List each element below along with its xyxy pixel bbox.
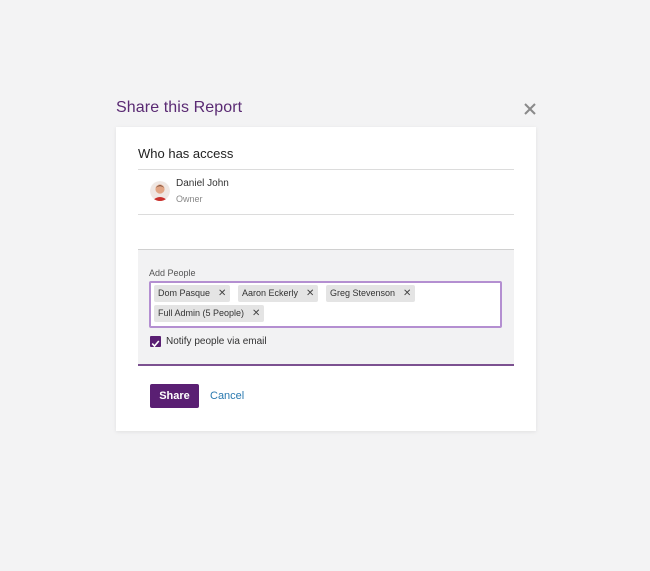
add-people-label: Add People — [149, 268, 196, 278]
close-icon[interactable]: ✕ — [403, 285, 411, 302]
notify-checkbox[interactable] — [150, 336, 161, 348]
close-icon[interactable]: ✕ — [306, 285, 314, 302]
close-icon[interactable]: ✕ — [252, 305, 260, 322]
divider — [138, 169, 514, 170]
tag-label: Dom Pasque — [158, 288, 211, 298]
avatar — [150, 181, 170, 201]
dialog-title: Share this Report — [116, 99, 243, 116]
avatar-image — [150, 181, 170, 201]
access-heading: Who has access — [138, 146, 234, 161]
group-tag: Full Admin (5 People) ✕ — [154, 305, 265, 322]
owner-name: Daniel John — [176, 178, 229, 189]
owner-role: Owner — [176, 194, 203, 204]
share-button[interactable]: Share — [150, 384, 199, 408]
cancel-link[interactable]: Cancel — [210, 390, 244, 402]
dialog-card: Who has access Daniel John Owner Add Peo… — [116, 127, 536, 431]
add-people-panel: Add People Dom Pasque ✕ Aaron Eckerly ✕ Gr… — [138, 249, 514, 366]
check-icon — [151, 340, 160, 348]
notify-label: Notify people via email — [166, 336, 267, 347]
add-people-input[interactable]: Dom Pasque ✕ Aaron Eckerly ✕ Greg Stevenso… — [149, 281, 502, 328]
close-icon[interactable]: ✕ — [218, 285, 226, 302]
tag-label: Greg Stevenson — [330, 288, 396, 298]
tag-label: Aaron Eckerly — [242, 288, 299, 298]
close-button[interactable] — [521, 100, 539, 118]
divider — [138, 214, 514, 215]
person-tag: Aaron Eckerly ✕ — [238, 285, 319, 302]
person-tag: Dom Pasque ✕ — [154, 285, 231, 302]
close-icon — [524, 103, 536, 115]
tag-label: Full Admin (5 People) — [158, 308, 245, 318]
person-tag: Greg Stevenson ✕ — [326, 285, 416, 302]
